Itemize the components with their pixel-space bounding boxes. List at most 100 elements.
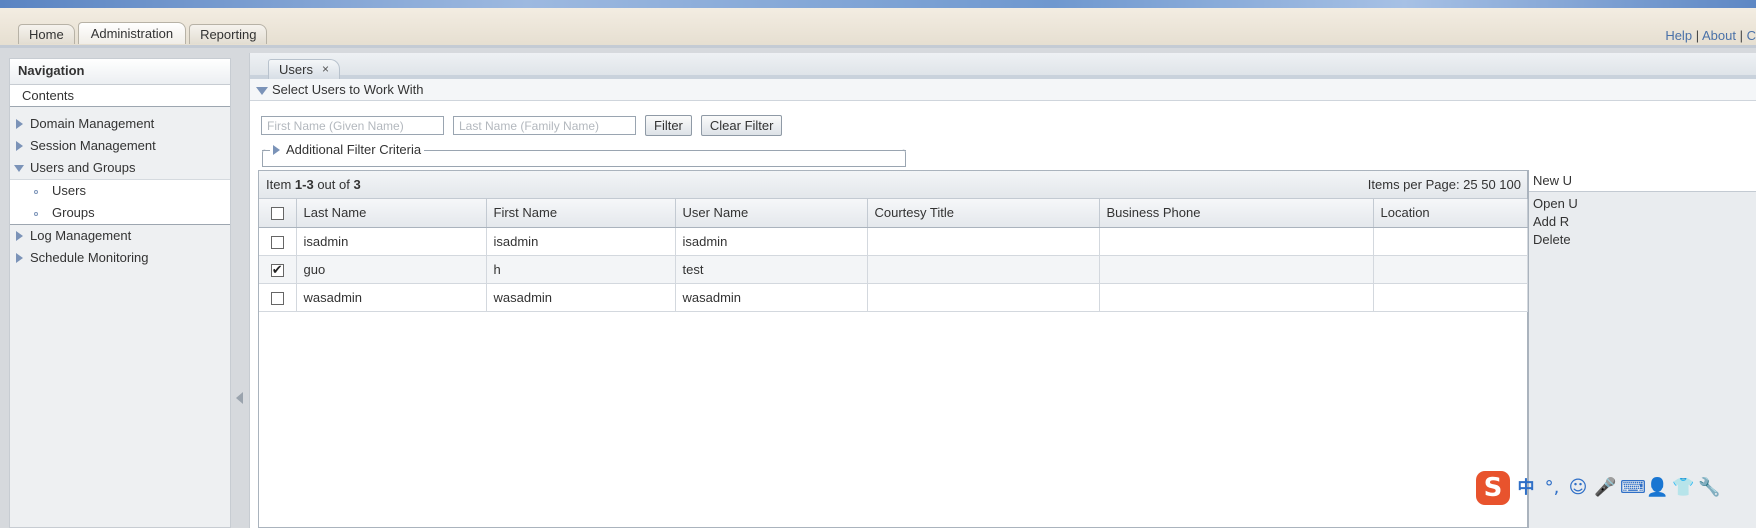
link-separator: | [1739, 28, 1743, 43]
app-header: Home Administration Reporting Help | Abo… [0, 8, 1756, 48]
about-link[interactable]: About [1702, 28, 1736, 43]
add-role-action[interactable]: Add R [1529, 213, 1756, 231]
first-name-input[interactable] [261, 116, 444, 135]
cell-courtesy-title [867, 283, 1100, 312]
ime-toolbar: S 中 °, ☺ 🎤 ⌨ 👤 👕 🔧 [1476, 470, 1736, 506]
expand-triangle-icon [16, 119, 23, 129]
truncated-link[interactable]: C [1747, 28, 1756, 43]
table-row[interactable]: guo h test [259, 255, 1528, 284]
expand-triangle-icon [16, 141, 23, 151]
emoji-icon[interactable]: ☺ [1568, 477, 1588, 499]
column-header-last-name[interactable]: Last Name [296, 199, 487, 228]
content-tab-strip: Users × [250, 53, 1756, 79]
table-row[interactable]: isadmin isadmin isadmin [259, 227, 1528, 256]
panel-splitter[interactable] [234, 58, 246, 528]
table-header-row: Last Name First Name User Name Courtesy … [259, 199, 1528, 228]
item-count-range: 1-3 [294, 177, 314, 192]
row-checkbox[interactable] [270, 235, 284, 249]
user-icon[interactable]: 👤 [1646, 477, 1668, 499]
keyboard-icon[interactable]: ⌨ [1620, 477, 1646, 499]
nav-item-schedule-monitoring[interactable]: Schedule Monitoring [10, 247, 230, 269]
skin-icon[interactable]: 👕 [1672, 477, 1694, 499]
row-checkbox[interactable] [270, 291, 284, 305]
cell-first-name: h [486, 255, 676, 284]
header-links: Help | About | C [1665, 28, 1756, 43]
navigation-panel: Navigation Contents Domain Management Se… [9, 58, 231, 528]
help-link[interactable]: Help [1665, 28, 1692, 43]
nav-item-label: Schedule Monitoring [30, 250, 149, 265]
nav-subitem-label: Groups [52, 205, 95, 220]
nav-item-session-management[interactable]: Session Management [10, 135, 230, 157]
select-all-checkbox[interactable] [270, 207, 284, 221]
filter-button[interactable]: Filter [645, 115, 692, 136]
cell-business-phone [1099, 255, 1374, 284]
cell-courtesy-title [867, 227, 1100, 256]
microphone-icon[interactable]: 🎤 [1594, 477, 1616, 499]
column-header-business-phone[interactable]: Business Phone [1099, 199, 1374, 228]
bullet-icon [34, 212, 38, 216]
tab-home[interactable]: Home [18, 24, 75, 44]
cell-user-name: wasadmin [675, 283, 868, 312]
items-per-page[interactable]: Items per Page: 25 50 100 [1368, 171, 1521, 198]
additional-filter-label: Additional Filter Criteria [286, 142, 422, 157]
nav-contents-tab[interactable]: Contents [10, 85, 230, 107]
tab-administration[interactable]: Administration [77, 22, 187, 44]
users-table: Last Name First Name User Name Courtesy … [259, 199, 1528, 312]
filter-row: Filter Clear Filter [261, 115, 783, 136]
punctuation-icon[interactable]: °, [1542, 477, 1562, 499]
ime-logo-icon[interactable]: S [1476, 471, 1510, 505]
main-content: Users × Select Users to Work With Filter… [249, 53, 1756, 528]
nav-item-label: Users and Groups [30, 160, 136, 175]
cell-user-name: isadmin [675, 227, 868, 256]
main-tabs: Home Administration Reporting [18, 22, 268, 44]
row-select-cell [259, 283, 297, 312]
open-user-action[interactable]: Open U [1529, 195, 1756, 213]
delete-action[interactable]: Delete [1529, 231, 1756, 249]
cell-first-name: isadmin [486, 227, 676, 256]
nav-subitem-label: Users [52, 183, 86, 198]
last-name-input[interactable] [453, 116, 636, 135]
link-separator: | [1695, 28, 1700, 43]
item-count-mid: out of [313, 177, 354, 192]
tab-label: Users [279, 62, 313, 77]
cell-last-name: wasadmin [296, 283, 487, 312]
tab-reporting[interactable]: Reporting [189, 24, 268, 44]
item-count-total: 3 [353, 177, 361, 192]
row-select-cell [259, 227, 297, 256]
cell-location [1373, 255, 1528, 284]
column-header-location[interactable]: Location [1373, 199, 1528, 228]
nav-subitem-groups[interactable]: Groups [10, 202, 230, 224]
expand-triangle-icon [16, 253, 23, 263]
item-count: Item 1-3 out of 3 [266, 177, 361, 192]
chinese-mode-icon[interactable]: 中 [1516, 477, 1536, 499]
grid-toolbar: Item 1-3 out of 3 Items per Page: 25 50 … [259, 171, 1527, 199]
settings-wrench-icon[interactable]: 🔧 [1698, 477, 1720, 499]
cell-last-name: guo [296, 255, 487, 284]
tab-users[interactable]: Users × [268, 59, 340, 79]
section-header[interactable]: Select Users to Work With [250, 79, 1756, 101]
clear-filter-button[interactable]: Clear Filter [700, 115, 783, 136]
cell-courtesy-title [867, 255, 1100, 284]
column-header-user-name[interactable]: User Name [675, 199, 868, 228]
nav-item-log-management[interactable]: Log Management [10, 225, 230, 247]
row-checkbox[interactable] [270, 262, 284, 278]
cell-first-name: wasadmin [486, 283, 676, 312]
top-banner [0, 0, 1756, 8]
nav-item-domain-management[interactable]: Domain Management [10, 113, 230, 135]
table-row[interactable]: wasadmin wasadmin wasadmin [259, 283, 1528, 312]
column-header-courtesy-title[interactable]: Courtesy Title [867, 199, 1100, 228]
column-header-first-name[interactable]: First Name [486, 199, 676, 228]
cell-location [1373, 283, 1528, 312]
select-all-cell [259, 199, 297, 228]
additional-filter-toggle[interactable]: Additional Filter Criteria [270, 141, 425, 159]
close-icon[interactable]: × [322, 60, 329, 79]
section-title: Select Users to Work With [272, 82, 424, 97]
nav-item-label: Session Management [30, 138, 156, 153]
cell-business-phone [1099, 227, 1374, 256]
nav-item-users-and-groups[interactable]: Users and Groups [10, 157, 230, 179]
item-count-prefix: Item [266, 177, 295, 192]
row-select-cell [259, 255, 297, 284]
new-user-action[interactable]: New U [1529, 170, 1756, 192]
collapse-left-icon[interactable] [236, 392, 243, 404]
nav-subitem-users[interactable]: Users [10, 180, 230, 202]
